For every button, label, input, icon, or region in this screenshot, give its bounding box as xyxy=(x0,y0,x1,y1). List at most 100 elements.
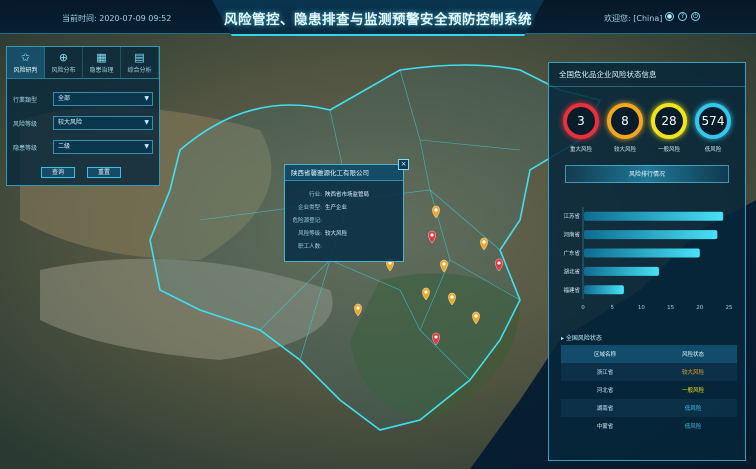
popup-row: 危险源登记: xyxy=(285,213,403,226)
status-cell: 一般风险 xyxy=(681,388,704,394)
welcome: 欢迎您: [China] xyxy=(604,13,662,24)
reset-button[interactable]: 重置 xyxy=(87,167,121,178)
query-button[interactable]: 查询 xyxy=(41,167,75,178)
star-icon: ✩ xyxy=(20,51,31,64)
area-cell: 浙江省 xyxy=(596,370,614,376)
time-label: 当前时间: xyxy=(62,14,97,23)
table-row[interactable]: 中蒙省 低风险 xyxy=(561,417,737,435)
tab-risk-distribution[interactable]: ⊕ 风险分布 xyxy=(45,47,83,78)
column-header-status: 风险状态 xyxy=(681,352,704,358)
risk-status-panel: 全国危化品企业风险状态信息 3 重大风险 8 较大风险 28 一般风险 574 … xyxy=(548,62,746,461)
filter-label: 行業類型 xyxy=(13,96,38,104)
column-header-area: 区域名称 xyxy=(593,352,616,358)
page-title: 风险管控、隐患排查与监测预警安全预防控制系统 xyxy=(224,12,532,28)
tab-risk-assessment[interactable]: ✩ 风险研判 xyxy=(7,47,45,78)
filter-panel: ✩ 风险研判 ⊕ 风险分布 ▦ 隐患治理 ▤ 综合分析 行業類型 全部 ▼ 风险… xyxy=(6,46,160,186)
popup-key: 危险源登记: xyxy=(292,217,322,224)
caret-down-icon: ▼ xyxy=(144,119,149,126)
chart-icon: ▤ xyxy=(134,51,145,64)
popup-key: 企业类型: xyxy=(298,204,322,211)
user-icon[interactable]: ● xyxy=(665,12,674,21)
category-label: 福建省 xyxy=(563,286,580,294)
count-ring: 28 xyxy=(651,103,687,139)
tab-comprehensive-analysis[interactable]: ▤ 综合分析 xyxy=(121,47,159,78)
popup-key: 行业: xyxy=(309,191,322,198)
large-risk-count[interactable]: 8 较大风险 xyxy=(605,103,645,153)
bar[interactable] xyxy=(584,211,724,221)
risk-ranking-button[interactable]: 风险排行情况 xyxy=(565,165,729,183)
popup-row: 企业类型: 生产企业 xyxy=(285,200,403,213)
tab-label: 风险分布 xyxy=(51,67,76,74)
popup-title: 陕西省馨雅源化工有限公司 xyxy=(285,165,403,181)
status-cell: 低风险 xyxy=(684,424,702,430)
count-ring: 3 xyxy=(563,103,599,139)
table-header: 区域名称 风险状态 xyxy=(561,345,737,363)
filter-actions: 查询 重置 xyxy=(41,167,159,178)
count-ring: 8 xyxy=(607,103,643,139)
major-risk-count[interactable]: 3 重大风险 xyxy=(561,103,601,153)
status-cell: 低风险 xyxy=(684,406,702,412)
status-cell: 较大风险 xyxy=(681,370,704,376)
risk-ranking-chart: 0 5 10 15 20 25 江苏省河南省广东省湖北省福建省 xyxy=(563,207,733,311)
x-tick-label: 0 xyxy=(581,305,585,311)
popup-key: 风险等级: xyxy=(298,230,322,237)
x-tick-label: 15 xyxy=(667,305,674,311)
area-cell: 中蒙省 xyxy=(596,424,614,430)
globe-icon: ⊕ xyxy=(58,51,69,64)
industry-select[interactable]: 全部 ▼ xyxy=(53,92,153,106)
table-row[interactable]: 湖南省 低风险 xyxy=(561,399,737,417)
risk-counts: 3 重大风险 8 较大风险 28 一般风险 574 低风险 xyxy=(549,87,745,153)
current-time: 当前时间: 2020-07-09 09:52 xyxy=(62,13,171,24)
tab-label: 隐患治理 xyxy=(89,67,114,74)
category-label: 广东省 xyxy=(563,249,580,257)
general-risk-count[interactable]: 28 一般风险 xyxy=(649,103,689,153)
popup-value: 生产企业 xyxy=(325,204,348,211)
filter-risk-level: 风险等级 较大风险 ▼ xyxy=(11,113,159,133)
filter-label: 风险等级 xyxy=(13,120,38,128)
risk-level-select[interactable]: 较大风险 ▼ xyxy=(53,116,153,130)
x-tick-label: 5 xyxy=(610,305,614,311)
popup-row: 职工人数: xyxy=(285,239,403,252)
tab-label: 综合分析 xyxy=(127,67,152,74)
select-value: 二级 xyxy=(58,143,71,150)
count-label: 较大风险 xyxy=(613,147,636,153)
caret-down-icon: ▼ xyxy=(144,95,149,102)
count-label: 低风险 xyxy=(704,147,722,153)
filter-label: 隐患等级 xyxy=(13,144,38,152)
bar[interactable] xyxy=(584,230,718,240)
filter-industry: 行業類型 全部 ▼ xyxy=(11,89,159,109)
popup-value: 陕西省市场监管局 xyxy=(325,191,370,198)
tab-label: 风险研判 xyxy=(13,67,38,74)
x-tick-label: 10 xyxy=(638,305,645,311)
power-icon[interactable]: ⏻ xyxy=(691,12,700,21)
count-ring: 574 xyxy=(695,103,731,139)
x-tick-label: 20 xyxy=(696,305,703,311)
popup-row: 行业: 陕西省市场监管局 xyxy=(285,187,403,200)
category-label: 江苏省 xyxy=(563,212,580,220)
help-icon[interactable]: ? xyxy=(678,12,687,21)
status-section-title: ▸ 全国风险状态 xyxy=(561,335,602,342)
category-label: 河南省 xyxy=(563,231,580,239)
caret-down-icon: ▼ xyxy=(144,143,149,150)
popup-value: 较大风险 xyxy=(325,230,348,237)
popup-key: 职工人数: xyxy=(298,243,322,250)
category-label: 湖北省 xyxy=(563,267,580,275)
hazard-level-select[interactable]: 二级 ▼ xyxy=(53,140,153,154)
x-tick-label: 25 xyxy=(726,305,733,311)
header-icons: ● ? ⏻ xyxy=(665,12,700,21)
bar[interactable] xyxy=(584,248,700,258)
bar[interactable] xyxy=(584,266,659,276)
company-popup: 陕西省馨雅源化工有限公司 × 行业: 陕西省市场监管局 企业类型: 生产企业 危… xyxy=(284,159,409,262)
low-risk-count[interactable]: 574 低风险 xyxy=(693,103,733,153)
function-tabs: ✩ 风险研判 ⊕ 风险分布 ▦ 隐患治理 ▤ 综合分析 xyxy=(7,47,159,79)
area-cell: 湖南省 xyxy=(596,406,614,412)
time-value: 2020-07-09 09:52 xyxy=(99,14,172,23)
select-value: 较大风险 xyxy=(58,119,83,126)
panel-title: 全国危化品企业风险状态信息 xyxy=(549,63,745,87)
filter-hazard-level: 隐患等级 二级 ▼ xyxy=(11,137,159,157)
tab-hazard-governance[interactable]: ▦ 隐患治理 xyxy=(83,47,121,78)
bar[interactable] xyxy=(584,285,624,295)
table-row[interactable]: 河北省 一般风险 xyxy=(561,381,737,399)
close-icon[interactable]: × xyxy=(398,159,409,170)
table-row[interactable]: 浙江省 较大风险 xyxy=(561,363,737,381)
